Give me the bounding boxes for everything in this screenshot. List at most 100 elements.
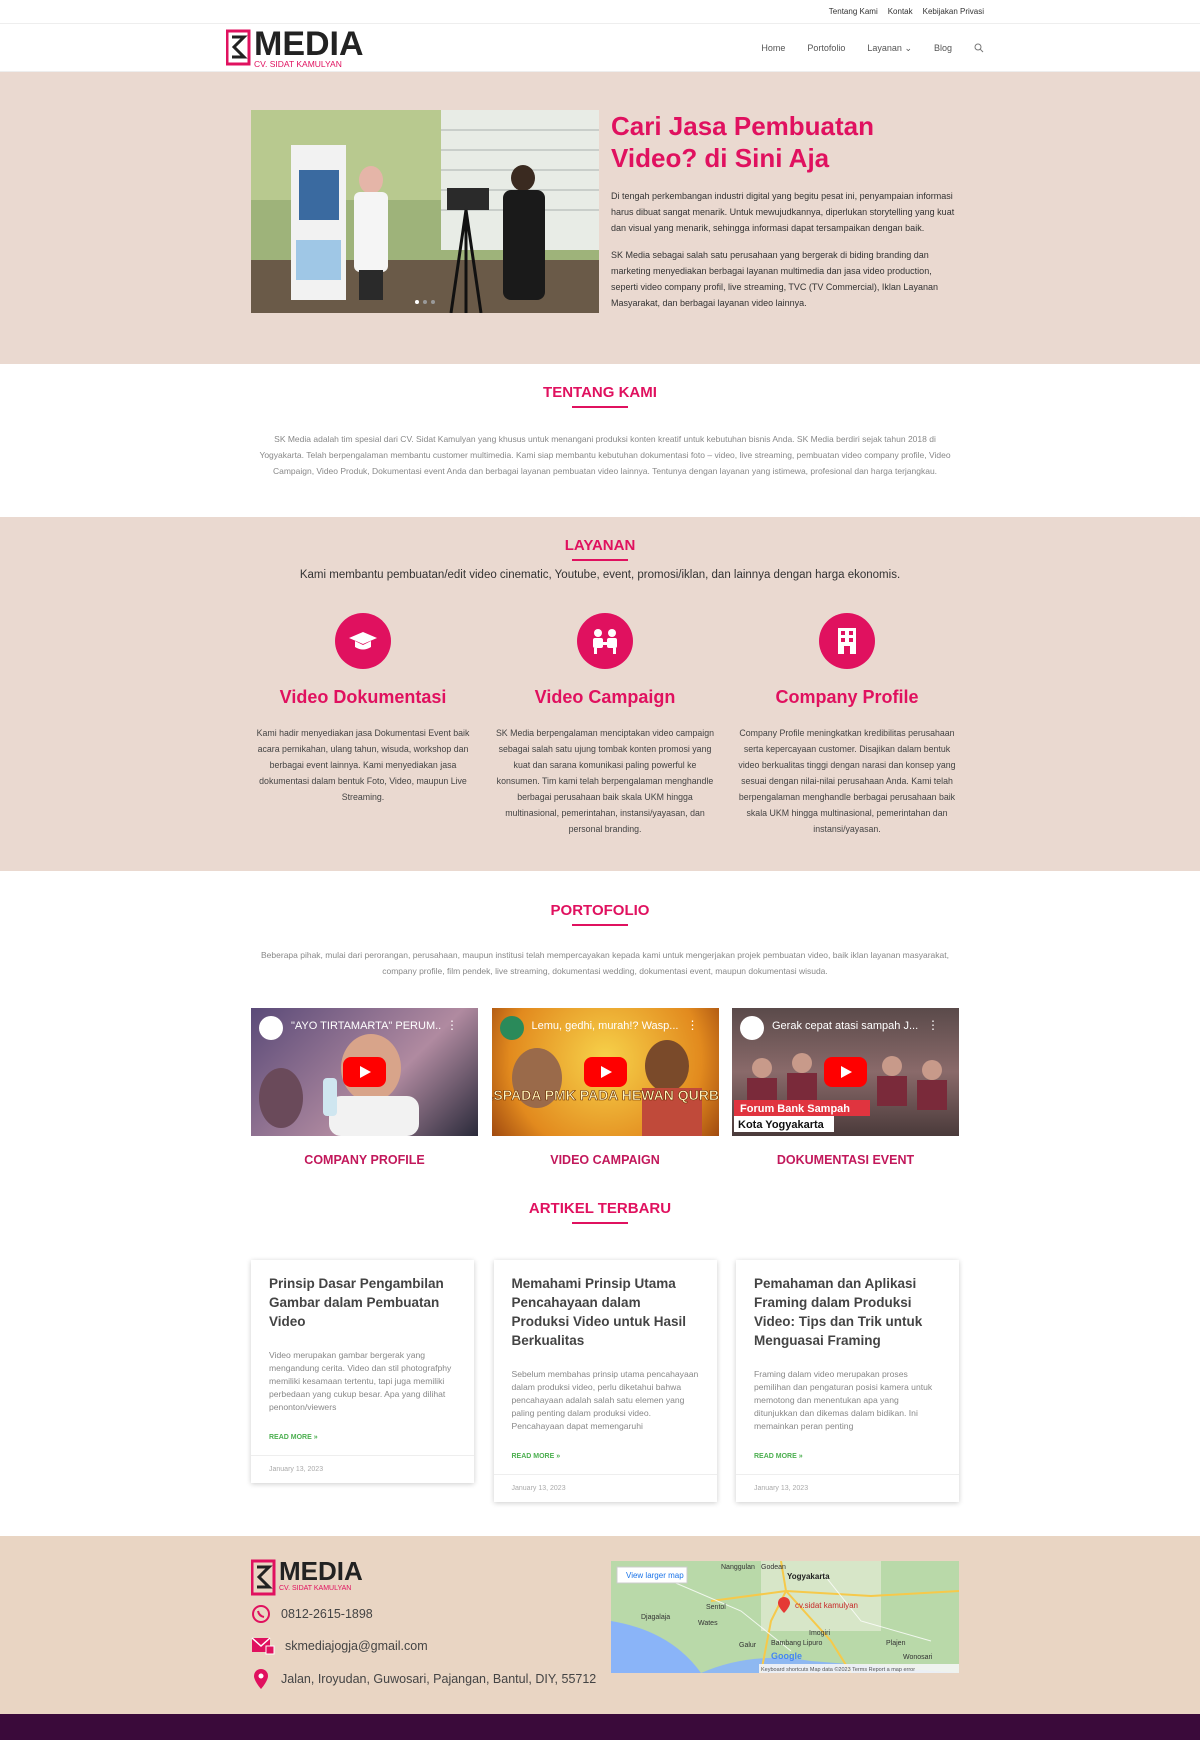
service-title: Company Profile bbox=[775, 687, 919, 707]
video-title: "AYO TIRTAMARTA" PERUM... bbox=[291, 1020, 441, 1032]
topbar-link-privasi[interactable]: Kebijakan Privasi bbox=[923, 7, 984, 16]
services-section: LAYANAN Kami membantu pembuatan/edit vid… bbox=[0, 517, 1200, 871]
view-larger-map-link[interactable]: View larger map bbox=[626, 1571, 684, 1580]
sk-logo-mark-icon bbox=[226, 29, 251, 66]
bottom-bar bbox=[0, 1714, 1200, 1740]
footer-address: Jalan, Iroyudan, Guwosari, Pajangan, Ban… bbox=[251, 1668, 596, 1690]
title-underline bbox=[572, 406, 628, 408]
more-vert-icon[interactable]: ⋮ bbox=[687, 1018, 699, 1032]
play-button-icon[interactable] bbox=[583, 1057, 627, 1087]
hero-title: Cari Jasa Pembuatan Video? di Sini Aja bbox=[611, 111, 875, 173]
email-address: skmediajogja@gmail.com bbox=[285, 1639, 428, 1653]
service-card-company-profile: Company Profile Company Profile meningka… bbox=[735, 613, 959, 837]
youtube-embed[interactable]: "AYO TIRTAMARTA" PERUM... ⋮ bbox=[251, 1008, 478, 1136]
footer-email[interactable]: skmediajogja@gmail.com bbox=[251, 1636, 428, 1656]
read-more-link[interactable]: READ MORE » bbox=[754, 1453, 941, 1460]
map-place: Galur bbox=[739, 1642, 757, 1649]
video-caption: COMPANY PROFILE bbox=[304, 1153, 425, 1167]
play-button-icon[interactable] bbox=[824, 1057, 867, 1087]
hero-paragraph-2: SK Media sebagai salah satu perusahaan y… bbox=[611, 250, 938, 308]
article-date: January 13, 2023 bbox=[251, 1455, 474, 1483]
map-place: Yogyakarta bbox=[787, 1572, 830, 1581]
read-more-link[interactable]: READ MORE » bbox=[512, 1453, 699, 1460]
portfolio-section: PORTOFOLIO Beberapa pihak, mulai dari pe… bbox=[0, 871, 1200, 1167]
video-title: Lemu, gedhi, murah!? Wasp... bbox=[531, 1020, 679, 1032]
video-shooting-photo bbox=[251, 110, 599, 313]
video-caption: VIDEO CAMPAIGN bbox=[550, 1153, 660, 1167]
hero-section: Cari Jasa Pembuatan Video? di Sini Aja D… bbox=[0, 72, 1200, 364]
topbar-link-kontak[interactable]: Kontak bbox=[888, 7, 913, 16]
address-text: Jalan, Iroyudan, Guwosari, Pajangan, Ban… bbox=[281, 1672, 597, 1686]
people-icon bbox=[577, 613, 633, 669]
graduation-cap-icon bbox=[335, 613, 391, 669]
more-vert-icon[interactable]: ⋮ bbox=[446, 1018, 458, 1032]
map-place: Djagalaja bbox=[641, 1614, 670, 1621]
map-place: Plajen bbox=[886, 1640, 906, 1647]
site-logo[interactable]: MEDIA CV. SIDAT KAMULYAN bbox=[226, 25, 364, 69]
service-text: SK Media berpengalaman menciptakan video… bbox=[495, 728, 715, 834]
youtube-embed[interactable]: WASPADA PMK PADA HEWAN QURBAN Lemu, gedh… bbox=[491, 1008, 719, 1136]
channel-avatar bbox=[740, 1016, 764, 1040]
read-more-link[interactable]: READ MORE » bbox=[269, 1434, 456, 1441]
email-icon bbox=[251, 1637, 275, 1655]
map-pin-icon bbox=[254, 1669, 268, 1689]
map-footer-text[interactable]: Keyboard shortcuts Map data ©2023 Terms … bbox=[761, 1666, 915, 1673]
service-text: Kami hadir menyediakan jasa Dokumentasi … bbox=[256, 728, 470, 802]
services-title: LAYANAN bbox=[564, 537, 636, 554]
logo-sub-text: CV. SIDAT KAMULYAN bbox=[279, 1585, 352, 1592]
nav-home[interactable]: Home bbox=[761, 43, 785, 53]
main-nav: Home Portofolio Layanan ⌄ Blog bbox=[761, 24, 984, 72]
footer-logo[interactable]: MEDIA CV. SIDAT KAMULYAN bbox=[251, 1558, 363, 1596]
service-title: Video Dokumentasi bbox=[279, 687, 447, 707]
title-underline bbox=[572, 924, 628, 926]
search-icon[interactable] bbox=[974, 43, 984, 53]
chevron-down-icon: ⌄ bbox=[904, 42, 912, 53]
map-place: Imogiri bbox=[809, 1630, 830, 1637]
article-title[interactable]: Memahami Prinsip Utama Pencahayaan dalam… bbox=[512, 1274, 699, 1350]
article-card: Prinsip Dasar Pengambilan Gambar dalam P… bbox=[251, 1260, 474, 1483]
more-vert-icon[interactable]: ⋮ bbox=[927, 1018, 939, 1032]
nav-blog[interactable]: Blog bbox=[934, 43, 952, 53]
sk-logo-mark-icon bbox=[251, 1559, 276, 1596]
map-image: View larger map cv.sidat kamulyan Yogyak… bbox=[611, 1561, 959, 1673]
article-card: Pemahaman dan Aplikasi Framing dalam Pro… bbox=[736, 1260, 959, 1502]
topbar-link-tentang[interactable]: Tentang Kami bbox=[829, 7, 878, 16]
nav-layanan-label: Layanan bbox=[867, 42, 902, 53]
thumb-overlay-text-2: Kota Yogyakarta bbox=[738, 1119, 825, 1131]
article-excerpt: Video merupakan gambar bergerak yang men… bbox=[269, 1350, 452, 1412]
article-date: January 13, 2023 bbox=[493, 1474, 717, 1502]
portfolio-title: PORTOFOLIO bbox=[550, 902, 650, 919]
article-date: January 13, 2023 bbox=[736, 1474, 959, 1502]
service-card-dokumentasi: Video Dokumentasi Kami hadir menyediakan… bbox=[251, 613, 475, 837]
services-subtitle: Kami membantu pembuatan/edit video cinem… bbox=[299, 569, 901, 581]
hero-slider-image[interactable] bbox=[251, 110, 599, 313]
article-title[interactable]: Pemahaman dan Aplikasi Framing dalam Pro… bbox=[754, 1274, 941, 1350]
map-place: Wonosari bbox=[903, 1654, 933, 1661]
youtube-embed[interactable]: Forum Bank Sampah Kota Yogyakarta Gerak … bbox=[732, 1008, 959, 1136]
article-title[interactable]: Prinsip Dasar Pengambilan Gambar dalam P… bbox=[269, 1274, 456, 1331]
thumb-overlay-text: WASPADA PMK PADA HEWAN QURBAN bbox=[492, 1087, 719, 1103]
article-excerpt: Sebelum membahas prinsip utama pencahaya… bbox=[511, 1369, 699, 1431]
site-header: MEDIA CV. SIDAT KAMULYAN Home Portofolio… bbox=[0, 24, 1200, 72]
footer-phone[interactable]: 0812-2615-1898 bbox=[251, 1604, 373, 1624]
nav-portofolio[interactable]: Portofolio bbox=[807, 43, 845, 53]
portfolio-desc: Beberapa pihak, mulai dari perorangan, p… bbox=[261, 950, 949, 976]
google-logo: Google bbox=[771, 1651, 802, 1661]
thumb-overlay-text: Forum Bank Sampah bbox=[740, 1103, 850, 1115]
top-bar: Tentang Kami Kontak Kebijakan Privasi bbox=[0, 0, 1200, 24]
title-underline bbox=[572, 559, 628, 561]
nav-layanan[interactable]: Layanan ⌄ bbox=[867, 43, 912, 54]
title-underline bbox=[572, 1222, 628, 1224]
google-map-embed[interactable]: View larger map cv.sidat kamulyan Yogyak… bbox=[611, 1561, 959, 1673]
logo-main-text: MEDIA bbox=[254, 25, 364, 63]
play-button-icon[interactable] bbox=[343, 1057, 386, 1087]
map-pin-label: cv.sidat kamulyan bbox=[795, 1601, 858, 1610]
video-title: Gerak cepat atasi sampah J... bbox=[772, 1020, 919, 1032]
map-place: Bambang Lipuro bbox=[771, 1640, 822, 1647]
channel-avatar bbox=[499, 1016, 524, 1040]
service-text: Company Profile meningkatkan kredibilita… bbox=[738, 728, 956, 834]
service-card-campaign: Video Campaign SK Media berpengalaman me… bbox=[493, 613, 717, 837]
map-place: Sentol bbox=[706, 1604, 726, 1611]
building-icon bbox=[819, 613, 875, 669]
articles-title: ARTIKEL TERBARU bbox=[528, 1200, 672, 1217]
